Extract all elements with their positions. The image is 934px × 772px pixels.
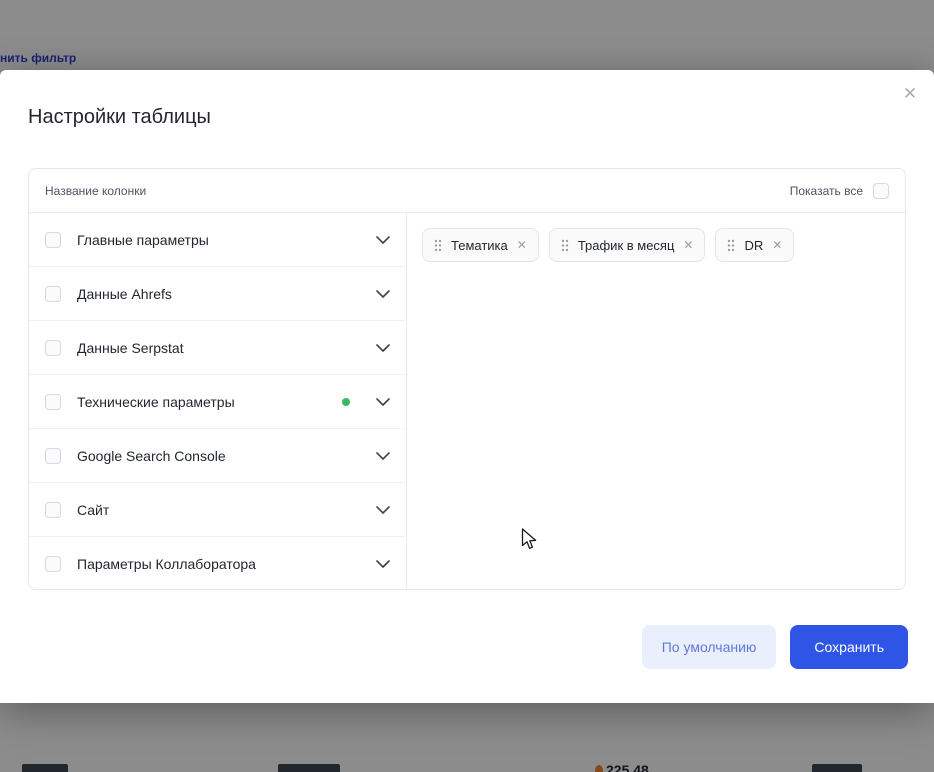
category-label: Данные Serpstat <box>77 340 360 356</box>
chip-label: Тематика <box>451 238 508 253</box>
chevron-down-icon[interactable] <box>376 560 390 568</box>
chevron-down-icon[interactable] <box>376 506 390 514</box>
category-checkbox[interactable] <box>45 286 61 302</box>
chip-label: Трафик в месяц <box>578 238 675 253</box>
chevron-down-icon[interactable] <box>376 398 390 406</box>
panel-header: Название колонки Показать все <box>29 169 905 213</box>
category-label: Данные Ahrefs <box>77 286 360 302</box>
remove-chip-icon[interactable]: ✕ <box>683 239 693 251</box>
category-checkbox[interactable] <box>45 556 61 572</box>
show-all-label: Показать все <box>790 184 863 198</box>
save-button[interactable]: Сохранить <box>790 625 908 669</box>
chevron-down-icon[interactable] <box>376 344 390 352</box>
category-checkbox[interactable] <box>45 502 61 518</box>
screen: нить фильтр 225.48 ✕ Настройки таблицы Н… <box>0 0 934 772</box>
column-name-label: Название колонки <box>45 184 146 198</box>
category-label: Google Search Console <box>77 448 360 464</box>
category-label: Технические параметры <box>77 394 326 410</box>
columns-panel: Название колонки Показать все Главные па… <box>28 168 906 590</box>
drag-handle-icon[interactable] <box>727 239 735 252</box>
category-row-collaborator[interactable]: Параметры Коллаборатора <box>29 537 406 590</box>
category-checkbox[interactable] <box>45 232 61 248</box>
selected-columns-area: Тематика ✕ Трафик в месяц ✕ <box>407 213 905 590</box>
show-all-toggle[interactable]: Показать все <box>790 183 889 199</box>
drag-handle-icon[interactable] <box>434 239 442 252</box>
category-checkbox[interactable] <box>45 394 61 410</box>
category-row-technical[interactable]: Технические параметры <box>29 375 406 429</box>
category-row-site[interactable]: Сайт <box>29 483 406 537</box>
close-icon[interactable]: ✕ <box>898 82 922 106</box>
remove-chip-icon[interactable]: ✕ <box>772 239 782 251</box>
panel-body: Главные параметры Данные Ahrefs <box>29 213 905 590</box>
category-checkbox[interactable] <box>45 448 61 464</box>
chip-label: DR <box>744 238 763 253</box>
category-row-serpstat[interactable]: Данные Serpstat <box>29 321 406 375</box>
table-settings-modal: ✕ Настройки таблицы Название колонки Пок… <box>0 70 934 703</box>
status-dot-icon <box>342 398 350 406</box>
category-row-gsc[interactable]: Google Search Console <box>29 429 406 483</box>
category-label: Параметры Коллаборатора <box>77 556 360 572</box>
category-row-main-params[interactable]: Главные параметры <box>29 213 406 267</box>
column-chip-tematika[interactable]: Тематика ✕ <box>422 228 539 262</box>
chevron-down-icon[interactable] <box>376 236 390 244</box>
modal-footer: По умолчанию Сохранить <box>642 625 908 669</box>
category-row-ahrefs[interactable]: Данные Ahrefs <box>29 267 406 321</box>
column-chip-dr[interactable]: DR ✕ <box>715 228 794 262</box>
modal-title: Настройки таблицы <box>28 106 211 129</box>
remove-chip-icon[interactable]: ✕ <box>517 239 527 251</box>
category-list: Главные параметры Данные Ahrefs <box>29 213 407 590</box>
category-checkbox[interactable] <box>45 340 61 356</box>
category-label: Сайт <box>77 502 360 518</box>
default-button[interactable]: По умолчанию <box>642 625 777 669</box>
drag-handle-icon[interactable] <box>561 239 569 252</box>
column-chip-traffic[interactable]: Трафик в месяц ✕ <box>549 228 706 262</box>
chevron-down-icon[interactable] <box>376 452 390 460</box>
show-all-checkbox[interactable] <box>873 183 889 199</box>
chevron-down-icon[interactable] <box>376 290 390 298</box>
category-label: Главные параметры <box>77 232 360 248</box>
